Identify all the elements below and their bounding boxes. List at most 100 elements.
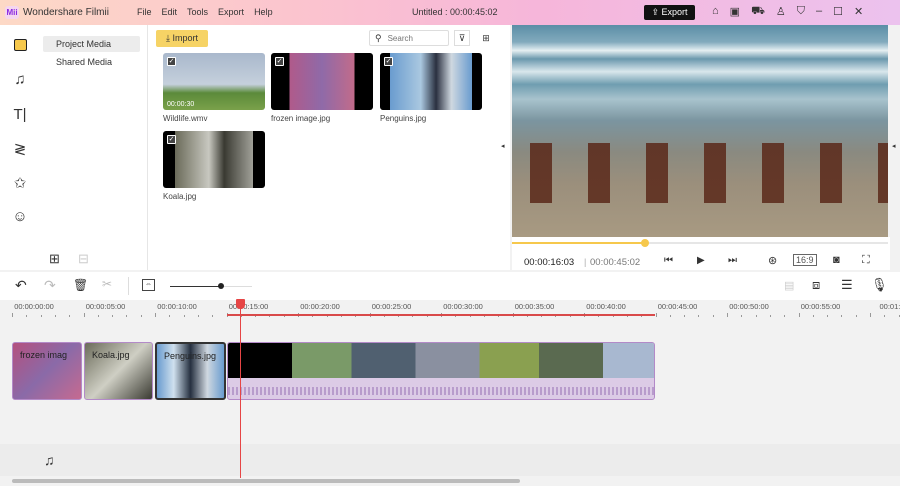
sidebar-item-project-media[interactable]: Project Media xyxy=(43,36,140,52)
menu-export[interactable]: Export xyxy=(218,7,244,17)
checkbox[interactable]: ✓ xyxy=(167,57,176,66)
title-bar: Mii Wondershare Filmii File Edit Tools E… xyxy=(0,0,900,25)
fullscreen-icon[interactable]: ⛶ xyxy=(862,254,870,267)
save-icon[interactable]: ▣ xyxy=(730,5,740,19)
ruler-tick xyxy=(855,315,857,317)
timeline-clip-penguins[interactable]: Penguins.jpg xyxy=(155,342,226,400)
ruler-tick-label: 00:00:25:00 xyxy=(371,302,412,311)
export-button[interactable]: ⇪ Export xyxy=(644,5,695,20)
total-time: 00:00:45:02 xyxy=(590,257,641,268)
music-track-icon: ♫ xyxy=(44,452,55,468)
menu-bar: File Edit Tools Export Help xyxy=(137,7,283,17)
audio-waveform xyxy=(228,387,654,395)
sidebar: ♫ T| ≷ ✩ ☺ Project Media Shared Media ⊞ … xyxy=(0,25,148,270)
progress-handle[interactable] xyxy=(641,239,650,247)
ruler-tick xyxy=(655,313,657,317)
text-icon[interactable]: T| xyxy=(11,106,29,124)
checkbox[interactable]: ✓ xyxy=(275,57,284,66)
aspect-ratio-button[interactable]: 16:9 xyxy=(793,254,817,266)
shirt-icon[interactable]: ⛉ xyxy=(797,5,805,19)
effects-icon[interactable]: ✩ xyxy=(11,175,29,193)
ruler-tick xyxy=(698,315,700,317)
media-label: frozen image.jpg xyxy=(271,114,331,123)
home-icon[interactable]: ⌂ xyxy=(712,5,719,19)
timeline-clip-koala[interactable]: Koala.jpg xyxy=(84,342,153,400)
collapse-left-icon[interactable]: ◂ xyxy=(501,142,505,150)
playhead-handle[interactable] xyxy=(236,299,245,309)
timeline-toolbar: ↶ ↷ 🗑 ✂ ⇔ ▤ ⧈ ☰ 🎙 xyxy=(0,272,900,300)
delete-icon[interactable]: 🗑 xyxy=(73,278,88,292)
search-input[interactable] xyxy=(387,33,443,43)
crop-icon[interactable]: ⧈ xyxy=(812,277,820,293)
ruler-tick-label: 00:00:05:00 xyxy=(85,302,126,311)
ruler-tick xyxy=(126,315,128,317)
project-title: Untitled : 00:00:45:02 xyxy=(412,7,498,17)
ruler-tick-label: 00:00:45:00 xyxy=(657,302,698,311)
zoom-slider-handle[interactable] xyxy=(218,283,224,289)
media-item-wildlife[interactable]: ✓ 00:00:30 xyxy=(163,53,265,110)
ruler-tick xyxy=(54,315,56,317)
timeline-clip-frozen[interactable]: frozen imag xyxy=(12,342,82,400)
checkbox[interactable]: ✓ xyxy=(384,57,393,66)
progress-track[interactable] xyxy=(512,239,888,247)
ruler-tick-label: 00:00:40:00 xyxy=(586,302,626,311)
audio-track[interactable] xyxy=(0,444,900,476)
horizontal-scrollbar[interactable] xyxy=(12,479,520,483)
collapse-right-icon[interactable]: ◂ xyxy=(892,142,896,150)
ruler-tick xyxy=(26,315,28,317)
ruler-tick xyxy=(12,313,13,317)
sidebar-item-shared-media[interactable]: Shared Media xyxy=(43,54,140,70)
ruler-tick xyxy=(83,313,85,317)
fit-timeline-icon[interactable]: ⇔ xyxy=(142,279,155,291)
next-frame-icon[interactable]: ⏭ xyxy=(728,255,737,266)
marker-icon: ▤ xyxy=(784,280,795,292)
music-icon[interactable]: ♫ xyxy=(11,71,29,89)
sticker-icon[interactable]: ☺ xyxy=(11,208,29,226)
playhead-line[interactable] xyxy=(240,302,241,478)
minimize-icon[interactable]: – xyxy=(816,5,822,19)
video-preview[interactable] xyxy=(512,25,888,237)
menu-tools[interactable]: Tools xyxy=(187,7,208,17)
ruler-tick xyxy=(727,313,728,317)
menu-edit[interactable]: Edit xyxy=(162,7,178,17)
maximize-icon[interactable]: ☐ xyxy=(833,5,843,19)
close-icon[interactable]: ✕ xyxy=(854,5,863,19)
time-separator: | xyxy=(584,257,587,267)
previous-frame-icon[interactable]: ⏮ xyxy=(664,255,673,266)
undo-icon[interactable]: ↶ xyxy=(15,277,27,294)
transition-icon[interactable]: ≷ xyxy=(11,141,29,159)
search-icon: ⚲ xyxy=(375,32,382,43)
folder-icon[interactable] xyxy=(11,36,29,54)
microphone-icon[interactable]: 🎙 xyxy=(871,277,888,293)
ruler-tick xyxy=(69,315,71,317)
media-label: Penguins.jpg xyxy=(380,114,427,123)
media-item-penguins[interactable]: ✓ xyxy=(380,53,482,110)
zoom-slider[interactable] xyxy=(170,283,252,289)
filter-icon[interactable]: ⊽ xyxy=(454,30,470,46)
import-button[interactable]: ⤓ Import xyxy=(156,30,208,47)
render-icon[interactable]: ⊛ xyxy=(768,254,777,267)
adjust-icon[interactable]: ☰ xyxy=(841,277,853,293)
ruler-tick-label: 00:01:0 xyxy=(879,302,900,311)
new-folder-icon[interactable]: ⊞ xyxy=(49,251,60,267)
cart-icon[interactable]: ⛟ xyxy=(751,5,765,19)
ruler-tick xyxy=(870,313,871,317)
ruler-tick xyxy=(669,315,671,317)
timeline-clip-wildlife[interactable] xyxy=(227,342,655,400)
grid-view-icon[interactable]: ⊞ xyxy=(478,30,494,46)
search-box[interactable]: ⚲ xyxy=(369,30,449,46)
ruler-tick-label: 00:00:15:00 xyxy=(228,302,269,311)
snapshot-icon[interactable]: ◙ xyxy=(833,254,840,266)
ruler-tick xyxy=(112,315,114,317)
media-item-koala[interactable]: ✓ xyxy=(163,131,265,188)
redo-icon: ↷ xyxy=(44,277,56,293)
media-item-frozen[interactable]: ✓ xyxy=(271,53,373,110)
menu-file[interactable]: File xyxy=(137,7,152,17)
ruler-tick xyxy=(183,315,185,317)
play-icon[interactable]: ▶ xyxy=(697,255,705,266)
menu-help[interactable]: Help xyxy=(254,7,273,17)
checkbox[interactable]: ✓ xyxy=(167,135,176,144)
user-icon[interactable]: ♙ xyxy=(776,5,786,19)
ruler-tick-label: 00:00:10:00 xyxy=(157,302,197,311)
ruler-tick xyxy=(169,315,171,317)
